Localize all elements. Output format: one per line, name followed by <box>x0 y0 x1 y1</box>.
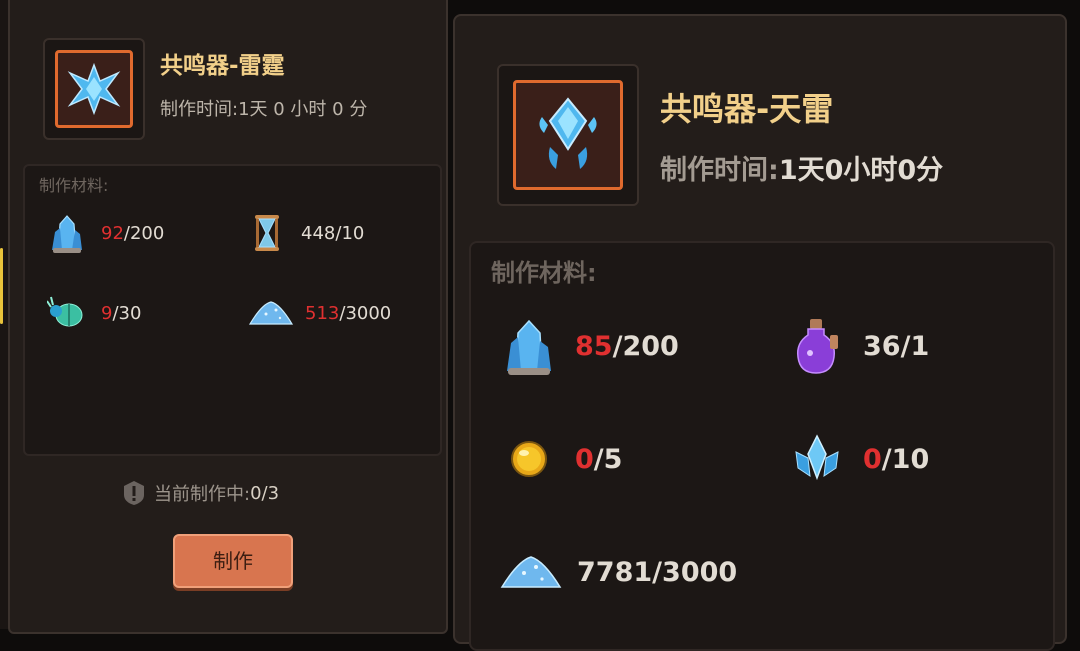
selection-marker <box>0 248 3 324</box>
materials-label: 制作材料: <box>491 259 597 287</box>
material-blue-powder[interactable]: 7781/3000 <box>499 539 737 605</box>
left-recipe-panel: 共鸣器-雷霆 制作时间:1天 0 小时 0 分 制作材料: 92/200 448… <box>8 0 448 634</box>
left-edge-strip <box>0 0 8 629</box>
material-ice-crystal[interactable]: 0/10 <box>789 426 929 492</box>
craft-time-value: 1天0小时0分 <box>778 155 944 186</box>
material-count: 7781/3000 <box>577 556 738 588</box>
materials-box: 制作材料: 92/200 448/10 9/30 513/3000 <box>23 164 442 456</box>
sky-thunder-resonator-icon <box>513 80 623 190</box>
material-count: 85/200 <box>575 330 679 362</box>
craft-time-value: 1天 0 小时 0 分 <box>238 99 368 120</box>
material-beetle[interactable]: 9/30 <box>47 290 141 336</box>
alert-shield-icon <box>122 480 146 506</box>
craft-time-label: 制作时间: <box>160 99 239 120</box>
material-count: 0/10 <box>863 443 930 475</box>
crafting-status: 当前制作中: 0/3 <box>122 480 279 506</box>
material-purple-potion[interactable]: 36/1 <box>789 313 929 379</box>
ice-crystal-icon <box>789 426 845 492</box>
right-recipe-panel: 共鸣器-天雷 制作时间:1天0小时0分 制作材料: 85/200 36/1 0/… <box>453 14 1067 651</box>
material-count: 448/10 <box>301 222 365 244</box>
material-crystal-cluster[interactable]: 85/200 <box>501 313 679 379</box>
blue-powder-icon <box>499 539 563 605</box>
hourglass-icon <box>247 210 287 256</box>
material-gold-orb[interactable]: 0/5 <box>501 426 622 492</box>
craft-time-label: 制作时间: <box>660 155 779 186</box>
material-count: 513/3000 <box>305 302 392 324</box>
craft-time: 制作时间:1天 0 小时 0 分 <box>160 95 367 121</box>
gold-orb-icon <box>501 426 557 492</box>
craft-button[interactable]: 制作 <box>173 534 293 588</box>
crafting-status-value: 0/3 <box>250 482 280 504</box>
blue-powder-icon <box>247 290 295 336</box>
material-crystal-cluster[interactable]: 92/200 <box>47 210 164 256</box>
beetle-icon <box>47 290 87 336</box>
material-hourglass[interactable]: 448/10 <box>247 210 364 256</box>
material-count: 0/5 <box>575 443 623 475</box>
material-count: 92/200 <box>101 222 165 244</box>
crystal-cluster-icon <box>47 210 87 256</box>
material-count: 36/1 <box>863 330 930 362</box>
left-item-icon-frame[interactable] <box>43 38 145 140</box>
material-count: 9/30 <box>101 302 142 324</box>
material-blue-powder[interactable]: 513/3000 <box>247 290 391 336</box>
thunder-resonator-icon <box>55 50 133 128</box>
craft-time: 制作时间:1天0小时0分 <box>660 148 943 187</box>
crystal-cluster-icon <box>501 313 557 379</box>
purple-potion-icon <box>789 313 845 379</box>
right-item-icon-frame[interactable] <box>497 64 639 206</box>
crafting-status-label: 当前制作中: <box>154 484 251 505</box>
materials-label: 制作材料: <box>39 176 109 195</box>
materials-box: 制作材料: 85/200 36/1 0/5 0/10 7781/3000 <box>469 241 1055 651</box>
item-title: 共鸣器-天雷 <box>660 90 834 128</box>
item-title: 共鸣器-雷霆 <box>160 53 285 79</box>
